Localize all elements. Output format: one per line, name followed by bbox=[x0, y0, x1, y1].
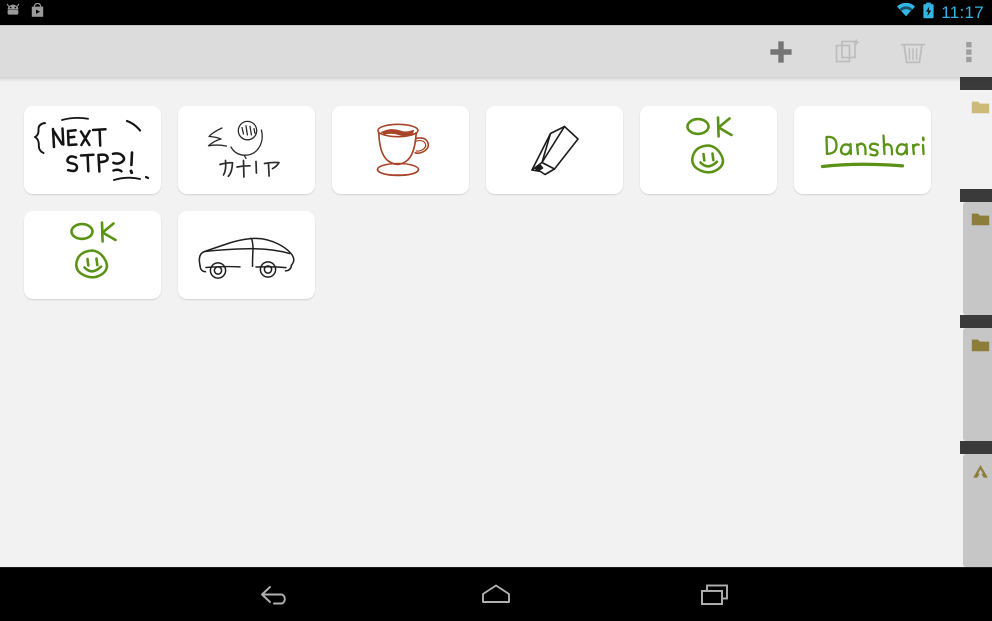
folder-icon bbox=[971, 213, 990, 226]
recents-icon bbox=[701, 584, 728, 605]
car-sketch bbox=[198, 237, 295, 279]
android-robot-icon bbox=[6, 3, 23, 22]
duplicate-icon bbox=[835, 38, 860, 62]
status-bar-system-icons: 11:17 bbox=[896, 2, 984, 24]
note-card-pencil[interactable] bbox=[486, 106, 623, 194]
status-bar: 11:17 bbox=[0, 0, 992, 25]
sidebar-drive[interactable] bbox=[963, 454, 992, 567]
plus-icon bbox=[770, 40, 792, 63]
next-step-text bbox=[34, 116, 150, 181]
folder-icon bbox=[971, 339, 990, 352]
play-store-icon bbox=[30, 2, 45, 23]
bird-sketch bbox=[207, 120, 280, 178]
folder-icon bbox=[971, 101, 990, 114]
coffee-cup-sketch bbox=[376, 123, 430, 177]
delete-note-button[interactable] bbox=[880, 26, 946, 78]
sidebar-separator bbox=[960, 315, 992, 328]
google-drive-icon bbox=[973, 465, 988, 478]
wifi-icon bbox=[896, 2, 916, 23]
note-card-ok-smiley-2[interactable] bbox=[24, 211, 161, 299]
more-vertical-icon bbox=[966, 41, 972, 62]
note-card-ok-smiley-1[interactable] bbox=[640, 106, 777, 194]
nav-home-button[interactable] bbox=[456, 568, 536, 621]
sidebar-separator bbox=[960, 189, 992, 202]
ok-smiley-sketch bbox=[686, 116, 733, 174]
battery-charging-icon bbox=[922, 2, 935, 24]
duplicate-note-button[interactable] bbox=[814, 26, 880, 78]
sidebar-folder-1[interactable] bbox=[963, 90, 992, 189]
note-grid bbox=[24, 106, 954, 299]
nav-recents-button[interactable] bbox=[676, 568, 756, 621]
sidebar-separator bbox=[960, 77, 992, 90]
status-bar-clock: 11:17 bbox=[941, 2, 984, 22]
status-bar-notification-icons bbox=[6, 2, 45, 23]
folder-sidebar bbox=[960, 77, 992, 567]
add-note-button[interactable] bbox=[748, 26, 814, 78]
danshari-text bbox=[820, 134, 925, 169]
note-card-canary[interactable] bbox=[178, 106, 315, 194]
sidebar-folder-3[interactable] bbox=[963, 328, 992, 441]
sidebar-separator bbox=[960, 441, 992, 454]
note-card-car[interactable] bbox=[178, 211, 315, 299]
pencil-sketch bbox=[531, 125, 579, 176]
note-card-next-step[interactable] bbox=[24, 106, 161, 194]
overflow-menu-button[interactable] bbox=[946, 26, 992, 78]
ok-smiley-sketch bbox=[70, 221, 117, 279]
trash-icon bbox=[900, 43, 926, 63]
home-icon bbox=[482, 584, 510, 603]
navigation-bar bbox=[0, 567, 992, 621]
action-bar bbox=[0, 25, 992, 77]
back-arrow-icon bbox=[261, 585, 286, 604]
note-card-danshari[interactable] bbox=[794, 106, 931, 194]
nav-back-button[interactable] bbox=[236, 568, 316, 621]
note-card-coffee[interactable] bbox=[332, 106, 469, 194]
note-grid-container bbox=[0, 77, 960, 567]
sidebar-folder-2[interactable] bbox=[963, 202, 992, 315]
